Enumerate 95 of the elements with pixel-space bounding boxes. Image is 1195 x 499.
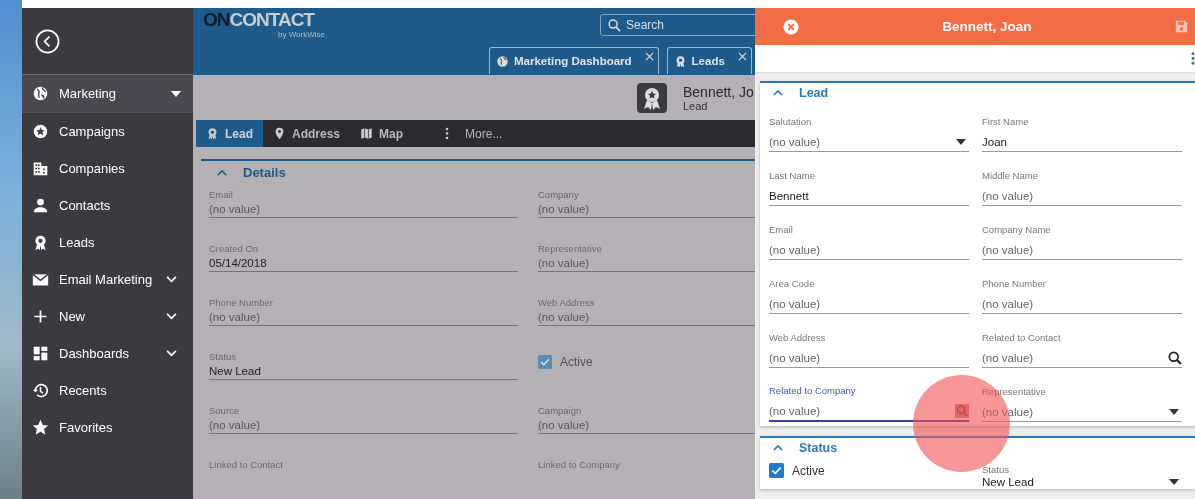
section-title: Details — [243, 164, 286, 180]
lookup-field[interactable]: (no value) — [769, 401, 969, 422]
dropdown[interactable]: New Lead — [982, 476, 1182, 488]
search-icon — [608, 19, 621, 32]
map-icon — [360, 127, 374, 140]
close-icon[interactable] — [783, 18, 799, 35]
ribbon-icon — [637, 82, 667, 113]
field-label: Related to Contact — [982, 331, 1062, 344]
field-label: Salutation — [769, 115, 813, 128]
caret-icon — [956, 138, 966, 145]
sidebar-item[interactable]: Campaigns — [22, 113, 193, 150]
text-field[interactable]: (no value) — [769, 294, 969, 314]
field-label: Web Address — [538, 297, 596, 309]
field-label: Middle Name — [982, 169, 1039, 182]
close-icon[interactable] — [737, 52, 747, 61]
text-field[interactable]: (no value) — [982, 240, 1182, 260]
sidebar-item[interactable]: Favorites — [22, 409, 193, 446]
field-label: Representative — [538, 243, 603, 255]
section-title: Lead — [799, 85, 829, 100]
back-icon[interactable] — [35, 28, 60, 54]
chevron-icon — [166, 313, 177, 320]
field-label: Email — [769, 223, 794, 236]
caret-icon — [1169, 408, 1179, 415]
field-label: Web Address — [769, 331, 827, 344]
field-label: Area Code — [769, 277, 816, 290]
field-label: Source — [209, 405, 241, 417]
field-label: Company Name — [982, 223, 1052, 236]
collapse-icon[interactable] — [217, 168, 227, 176]
section-title: Status — [799, 440, 838, 455]
field-label: Linked to Contact — [209, 459, 284, 471]
field-label: Status — [982, 463, 1010, 476]
text-field[interactable]: (no value) — [982, 186, 1182, 206]
sidebar-item[interactable]: Leads — [22, 224, 193, 261]
record-tab[interactable]: Address — [263, 120, 351, 147]
field-label: Last Name — [769, 169, 816, 182]
record-tab[interactable]: More... — [435, 120, 513, 147]
text-field[interactable]: (no value) — [538, 255, 755, 272]
field-label: Status — [209, 351, 237, 363]
field-label: Phone Number — [982, 277, 1047, 290]
search-field[interactable]: Search — [600, 14, 755, 36]
text-field[interactable]: (no value) — [982, 294, 1182, 314]
search-icon[interactable] — [1168, 350, 1182, 365]
text-field[interactable]: (no value) — [538, 309, 755, 326]
field-label: Email — [209, 189, 234, 201]
record-type: Lead — [683, 99, 709, 112]
field-label: Created On — [209, 243, 260, 255]
text-field[interactable]: 05/14/2018 — [209, 255, 518, 272]
text-field[interactable]: (no value) — [769, 240, 969, 260]
text-field[interactable]: (no value) — [538, 417, 755, 434]
record-title: Bennett, Jo — [683, 83, 755, 100]
logo: ONCONTACT by WorkWise — [203, 8, 326, 41]
field-label: Company — [538, 189, 580, 201]
text-field[interactable]: (no value) — [209, 417, 518, 434]
sidebar-item[interactable]: Marketing — [22, 75, 193, 113]
record-tab[interactable]: Lead — [196, 120, 263, 147]
record-tab[interactable]: Map — [350, 120, 414, 147]
field-label: Campaign — [538, 405, 583, 417]
caret-icon — [1169, 479, 1179, 485]
dropdown[interactable]: (no value) — [769, 132, 969, 152]
checkbox[interactable] — [769, 463, 784, 478]
location-pin-icon — [273, 127, 286, 140]
checkbox-label: Active — [560, 355, 593, 369]
collapse-icon[interactable] — [773, 89, 783, 96]
sidebar-item[interactable]: Dashboards — [22, 335, 193, 372]
field-label: Phone Number — [209, 297, 274, 309]
close-icon[interactable] — [644, 52, 654, 61]
text-field[interactable]: Bennett — [769, 186, 969, 206]
field-label: Related to Company — [769, 384, 857, 397]
panel-title: Bennett, Joan — [942, 19, 1032, 34]
checkbox-label: Active — [792, 463, 825, 478]
ribbon-icon — [206, 127, 219, 140]
more-icon — [445, 127, 450, 140]
open-tab[interactable]: Leads — [666, 47, 752, 74]
chevron-icon — [166, 276, 177, 283]
sidebar-item[interactable]: Contacts — [22, 187, 193, 224]
more-icon[interactable] — [1191, 52, 1195, 65]
text-field[interactable]: New Lead — [209, 363, 518, 380]
lookup-field[interactable]: (no value) — [982, 348, 1182, 368]
text-field[interactable]: (no value) — [538, 201, 755, 218]
text-field[interactable]: Joan — [982, 132, 1182, 152]
field-label: First Name — [982, 115, 1030, 128]
checkbox[interactable] — [538, 355, 552, 369]
open-tab[interactable]: Marketing Dashboard — [489, 47, 659, 74]
sidebar-item[interactable]: Email Marketing — [22, 261, 193, 298]
text-field[interactable]: (no value) — [209, 309, 518, 326]
collapse-icon[interactable] — [773, 444, 783, 451]
sidebar-item[interactable]: Recents — [22, 372, 193, 409]
chevron-icon — [166, 350, 177, 357]
sidebar-item[interactable]: Companies — [22, 150, 193, 187]
caret-icon — [171, 90, 181, 97]
globe-icon — [496, 54, 509, 68]
sidebar-item[interactable]: New — [22, 298, 193, 335]
text-field[interactable]: (no value) — [209, 201, 518, 218]
field-label: Linked to Company — [538, 459, 621, 471]
text-field[interactable]: (no value) — [769, 348, 969, 368]
